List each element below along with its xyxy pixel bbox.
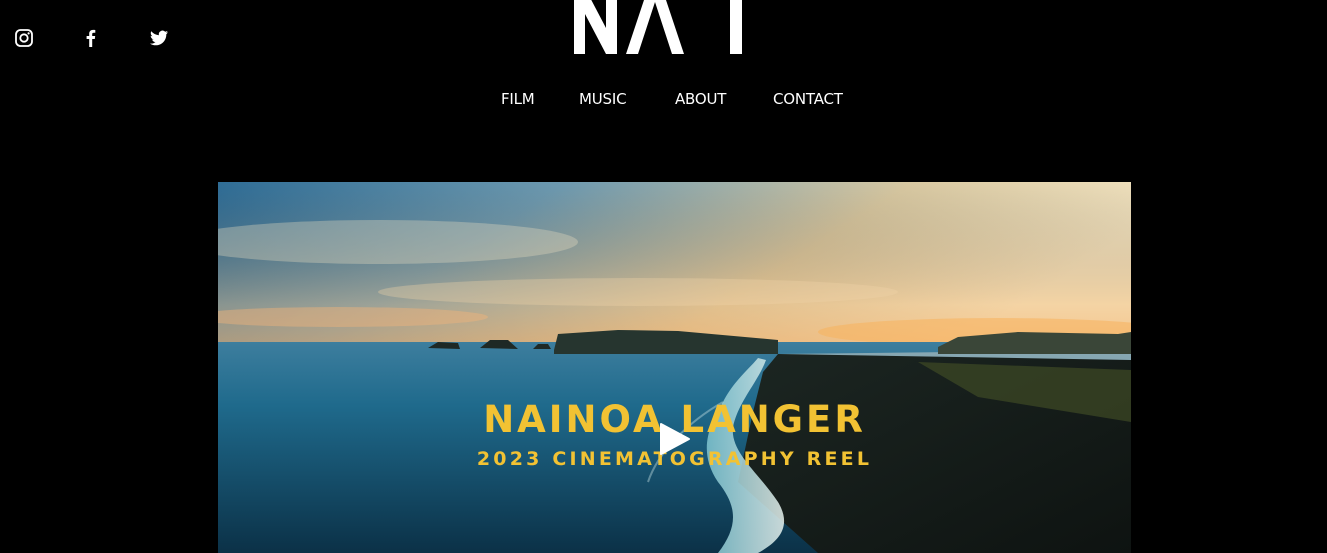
social-links [14, 28, 169, 48]
reel-video-player[interactable]: NAINOA LANGER 2023 CINEMATOGRAPHY REEL [218, 182, 1131, 553]
nav-item-music[interactable]: MUSIC [579, 90, 627, 108]
logo-mark [574, 0, 742, 54]
facebook-icon [86, 29, 96, 47]
site-logo[interactable] [574, 0, 744, 54]
twitter-link[interactable] [149, 28, 169, 48]
play-button[interactable] [659, 422, 691, 456]
page: FILM MUSIC ABOUT CONTACT NAINOA LANGER 2… [0, 0, 1327, 553]
instagram-link[interactable] [14, 28, 34, 48]
instagram-icon [15, 29, 33, 47]
twitter-icon [150, 30, 168, 46]
nav-item-film[interactable]: FILM [501, 90, 535, 108]
nav-item-contact[interactable]: CONTACT [773, 90, 843, 108]
nav-item-about[interactable]: ABOUT [675, 90, 726, 108]
video-thumbnail [218, 182, 1131, 553]
play-icon [660, 423, 690, 455]
facebook-link[interactable] [81, 28, 101, 48]
main-nav: FILM MUSIC ABOUT CONTACT [0, 90, 1327, 112]
